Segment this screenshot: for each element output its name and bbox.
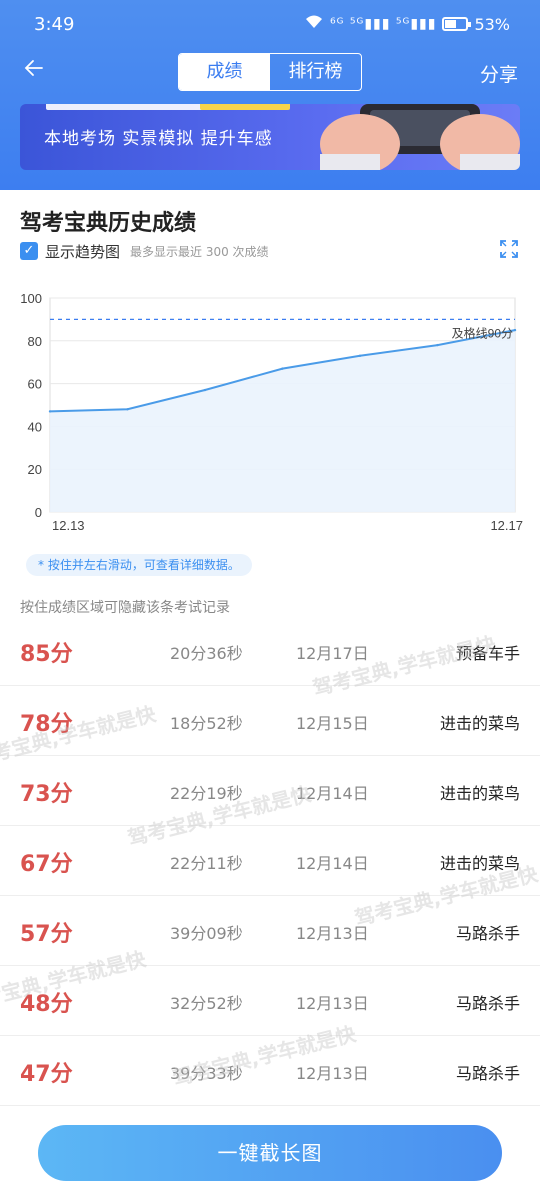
chart-data-point <box>281 367 284 370</box>
status-bar: 3:49 ⁶ᴳ ⁵ᴳ▮▮▮ ⁵ᴳ▮▮▮ 53% <box>0 0 540 50</box>
record-date: 12月13日 <box>296 994 369 1013</box>
chart-data-point <box>126 408 129 411</box>
ad-banner[interactable]: 本地考场 实景模拟 提升车感 <box>20 104 520 170</box>
record-rank: 马路杀手 <box>455 994 520 1013</box>
chart-y-tick-label: 60 <box>28 377 42 392</box>
back-arrow-icon <box>24 60 43 76</box>
record-rank: 马路杀手 <box>455 1064 520 1083</box>
tab-score[interactable]: 成绩 <box>179 54 270 90</box>
record-score: 78分 <box>20 712 73 737</box>
record-date: 12月14日 <box>296 854 369 873</box>
record-duration: 20分36秒 <box>170 644 243 663</box>
share-button[interactable]: 分享 <box>480 60 518 87</box>
record-score: 48分 <box>20 992 73 1017</box>
banner-highlight-fragment <box>200 104 290 110</box>
trend-label[interactable]: 显示趋势图 <box>45 241 120 262</box>
status-icons: ⁶ᴳ ⁵ᴳ▮▮▮ ⁵ᴳ▮▮▮ 53% <box>304 14 510 34</box>
record-rank: 进击的菜鸟 <box>439 714 520 733</box>
signal-icon: ⁶ᴳ ⁵ᴳ▮▮▮ ⁵ᴳ▮▮▮ <box>329 16 437 32</box>
record-rank: 预备车手 <box>455 644 520 663</box>
record-date: 12月15日 <box>296 714 369 733</box>
wifi-icon <box>304 14 324 34</box>
chart-data-point <box>358 354 362 357</box>
record-duration: 22分19秒 <box>170 784 243 803</box>
chart-x-tick-label: 12.13 <box>52 518 85 533</box>
record-date: 12月13日 <box>296 1064 369 1083</box>
fullscreen-icon[interactable] <box>500 240 518 258</box>
chart-y-tick-label: 80 <box>28 334 42 349</box>
swipe-hint: * 按住并左右滑动，可查看详细数据。 <box>26 554 252 576</box>
record-duration: 32分52秒 <box>170 994 243 1013</box>
banner-text: 本地考场 实景模拟 提升车感 <box>44 129 273 149</box>
trend-note: 最多显示最近 300 次成绩 <box>130 244 269 259</box>
chart-data-point <box>513 328 517 332</box>
chart-area <box>50 330 515 512</box>
record-row[interactable]: 47分 39分33秒 12月13日 马路杀手 <box>0 1036 540 1106</box>
record-rank: 进击的菜鸟 <box>439 784 520 803</box>
page-title: 驾考宝典历史成绩 <box>20 211 197 236</box>
record-date: 12月13日 <box>296 924 369 943</box>
record-score: 73分 <box>20 782 73 807</box>
record-row[interactable]: 48分 32分52秒 12月13日 马路杀手 <box>0 966 540 1036</box>
tab-leaderboard[interactable]: 排行榜 <box>270 54 361 90</box>
battery-icon <box>442 17 472 31</box>
record-rank: 进击的菜鸟 <box>439 854 520 873</box>
record-duration: 39分33秒 <box>170 1064 243 1083</box>
record-duration: 22分11秒 <box>170 854 243 873</box>
record-score: 57分 <box>20 922 73 947</box>
record-row[interactable]: 57分 39分09秒 12月13日 马路杀手 <box>0 896 540 966</box>
chart-y-tick-label: 100 <box>20 291 42 306</box>
chart-y-tick-label: 0 <box>35 505 42 520</box>
record-score: 85分 <box>20 642 73 667</box>
record-row[interactable]: 67分 22分11秒 12月14日 进击的菜鸟 <box>0 826 540 896</box>
chart-x-tick-label: 12.17 <box>490 518 523 533</box>
record-row[interactable]: 73分 22分19秒 12月14日 进击的菜鸟 <box>0 756 540 826</box>
chart-data-point <box>436 343 439 347</box>
score-trend-chart[interactable]: 0 20 40 60 80 100 及格线90分 12.13 12.17 <box>0 285 540 535</box>
segment-tabs: 成绩 排行榜 <box>178 53 362 91</box>
chart-y-tick-label: 40 <box>28 419 42 434</box>
status-time: 3:49 <box>34 14 75 35</box>
record-date: 12月17日 <box>296 644 369 663</box>
chart-data-point <box>48 410 52 413</box>
record-duration: 39分09秒 <box>170 924 243 943</box>
hide-record-hint: 按住成绩区域可隐藏该条考试记录 <box>20 600 230 616</box>
long-screenshot-button[interactable]: 一键截长图 <box>38 1125 502 1181</box>
hands-controller-icon <box>320 104 520 170</box>
back-button[interactable] <box>22 56 52 86</box>
battery-percent: 53% <box>474 14 510 34</box>
record-score: 47分 <box>20 1062 73 1087</box>
record-row[interactable]: 78分 18分52秒 12月15日 进击的菜鸟 <box>0 686 540 756</box>
record-score: 67分 <box>20 852 73 877</box>
chart-data-point <box>203 388 207 392</box>
records-list: 85分 20分36秒 12月17日 预备车手 78分 18分52秒 12月15日 进击的菜鸟 7… <box>0 616 540 1106</box>
record-date: 12月14日 <box>296 784 369 803</box>
record-duration: 18分52秒 <box>170 714 243 733</box>
trend-toggle-row: ✓ 显示趋势图 最多显示最近 300 次成绩 <box>20 240 269 262</box>
trend-checkbox[interactable]: ✓ <box>20 242 38 260</box>
battery-level <box>445 20 457 28</box>
record-row[interactable]: 85分 20分36秒 12月17日 预备车手 <box>0 616 540 686</box>
chart-pass-line-label: 及格线90分 <box>452 325 513 340</box>
chart-y-tick-label: 20 <box>28 462 42 477</box>
nav-bar: 成绩 排行榜 分享 <box>0 52 540 92</box>
record-rank: 马路杀手 <box>455 924 520 943</box>
